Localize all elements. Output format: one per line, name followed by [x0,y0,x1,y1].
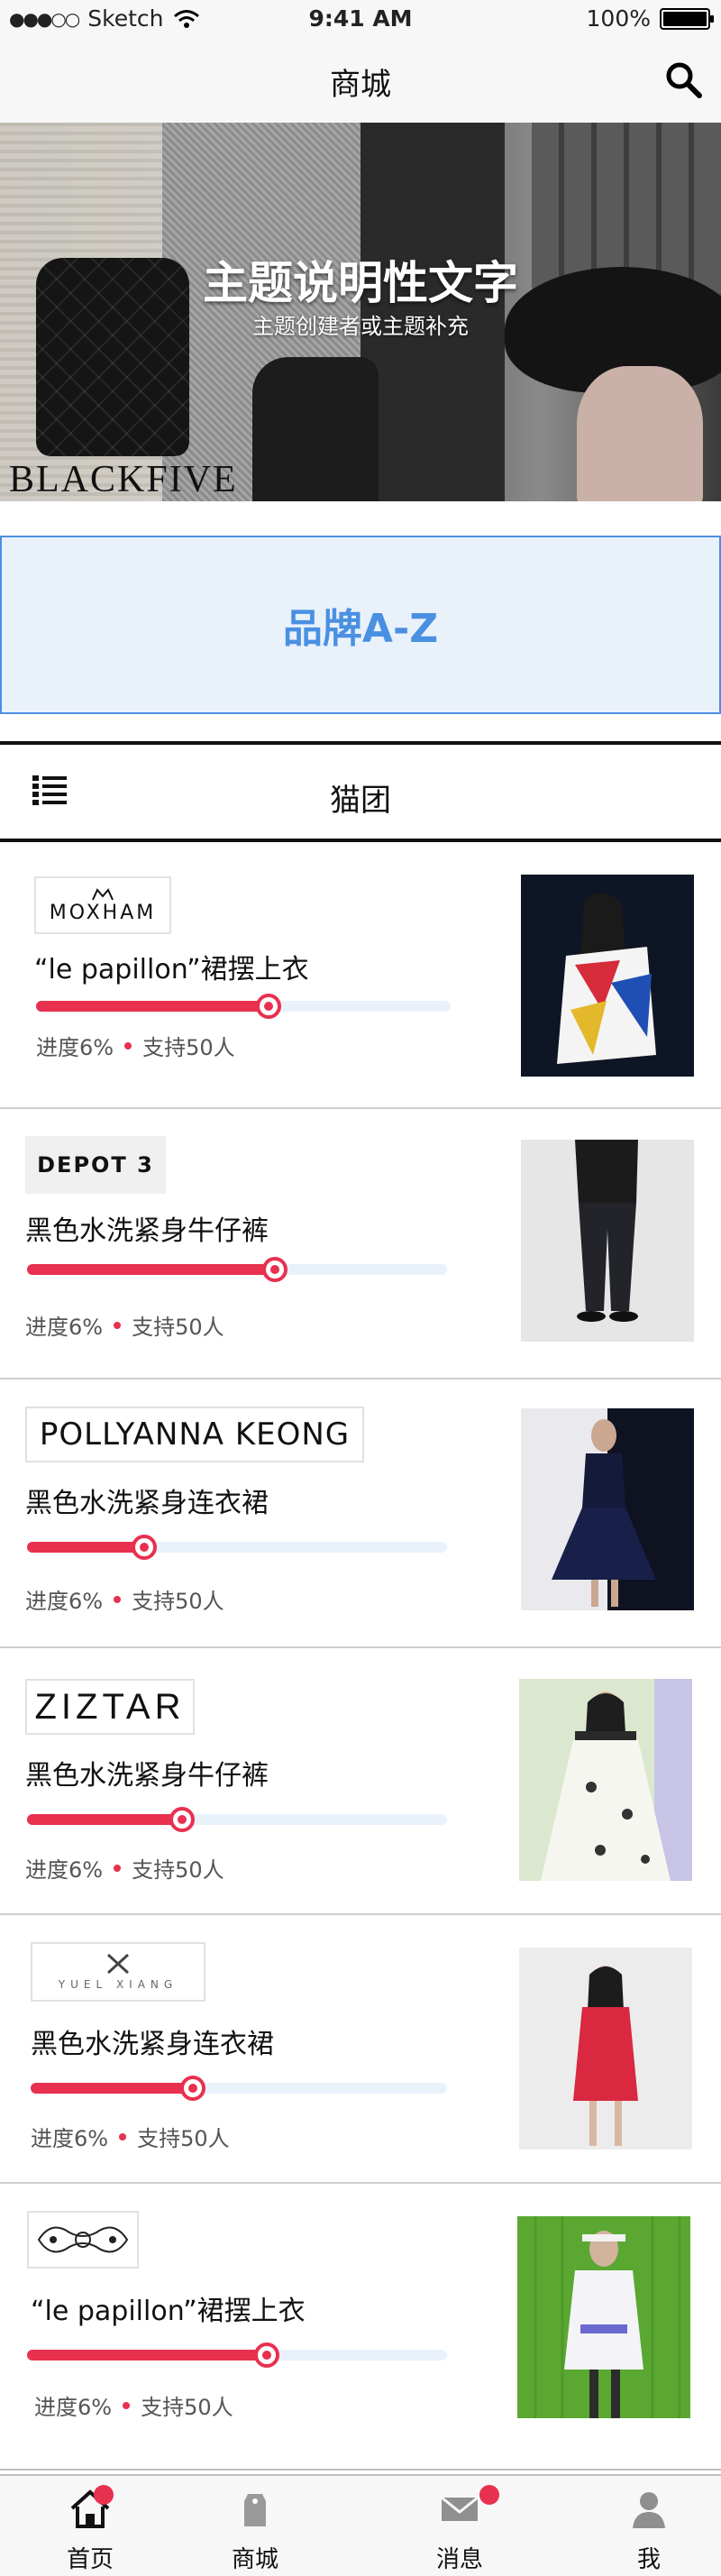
separator-dot [114,1864,122,1872]
product-meta: 进度6% 支持50人 [25,1583,224,1615]
battery-percent: 100% [586,5,651,32]
banner-subtitle: 主题创建者或主题补充 [252,314,469,339]
brand-logo: DEPOT 3 [25,1136,166,1194]
notification-badge [94,2485,114,2505]
support-count: 支持50人 [137,2126,230,2151]
brand-logo: YUEL XIANG [31,1942,205,2002]
support-count: 支持50人 [141,2395,233,2420]
brand-az-button[interactable]: 品牌A-Z [0,536,721,714]
product-image[interactable] [517,2216,690,2418]
page-title: 商城 [330,66,391,103]
group-header: 猫团 [0,741,721,842]
product-image[interactable] [521,1408,694,1610]
product-meta: 进度6% 支持50人 [36,1030,235,1061]
product-card[interactable]: ZIZTAR 黑色水洗紧身牛仔裤 进度6% 支持50人 [0,1648,721,1915]
separator-dot [114,1595,122,1603]
separator-dot [124,1041,132,1050]
separator-dot [119,2132,127,2141]
support-count: 支持50人 [142,1035,235,1060]
tab-bar: 首页 商城 消息 我 [0,2474,721,2576]
brand-name: POLLYANNA KEONG [39,1416,351,1453]
product-name: 黑色水洗紧身连衣裙 [25,1488,269,1519]
progress-text: 进度6% [36,1035,114,1060]
theme-banner[interactable]: BLACKFIVE 主题说明性文字 主题创建者或主题补充 [0,123,721,501]
separator-dot [114,1321,122,1329]
battery-icon [660,7,714,30]
product-meta: 进度6% 支持50人 [25,1852,224,1884]
ornament-logo-icon [37,2226,129,2253]
progress-text: 进度6% [25,1315,104,1340]
banner-title: 主题说明性文字 [203,257,518,309]
mail-icon [441,2496,479,2521]
progress-knob [169,1807,196,1832]
progress-text: 进度6% [31,2126,109,2151]
tab-home[interactable]: 首页 [0,2476,180,2576]
search-icon[interactable] [663,60,705,101]
tab-label: 商城 [231,2546,278,2573]
brand-name: YUEL XIANG [58,1977,178,1991]
yuel-xiang-mark-icon [106,1953,129,1974]
progress-knob [255,994,281,1019]
product-meta: 进度6% 支持50人 [25,1309,224,1341]
product-image[interactable] [519,1679,692,1881]
progress-bar [27,1257,447,1282]
product-image[interactable] [521,1140,694,1342]
tab-label: 我 [636,2546,661,2573]
product-card[interactable]: POLLYANNA KEONG 黑色水洗紧身连衣裙 进度6% 支持50人 [0,1380,721,1648]
nav-bar: 商城 [0,40,721,123]
progress-text: 进度6% [34,2395,113,2420]
notification-badge [479,2485,499,2505]
product-card[interactable]: MOXHAM “le papillon”裙摆上衣 进度6% 支持50人 [0,842,721,1109]
group-title: 猫团 [330,783,391,819]
support-count: 支持50人 [132,1315,224,1340]
user-icon [633,2492,665,2528]
brand-logo: ZIZTAR [25,1679,195,1735]
progress-bar [31,2076,447,2101]
moxham-mark-icon [92,887,114,900]
support-count: 支持50人 [132,1589,224,1614]
progress-knob [180,2076,206,2101]
support-count: 支持50人 [132,1857,224,1883]
progress-bar [36,994,451,1019]
product-name: 黑色水洗紧身连衣裙 [31,2029,274,2060]
product-card[interactable]: DEPOT 3 黑色水洗紧身牛仔裤 进度6% 支持50人 [0,1109,721,1380]
page: ●●●○○ Sketch 9:41 AM 100% 商城 BLACKFIVE 主… [0,0,721,2576]
product-image[interactable] [519,1948,692,2150]
tab-label: 消息 [435,2546,483,2573]
progress-knob [132,1535,158,1560]
product-card[interactable]: YUEL XIANG 黑色水洗紧身连衣裙 进度6% 支持50人 [0,1915,721,2184]
progress-knob [261,1257,287,1282]
product-name: 黑色水洗紧身牛仔裤 [25,1760,269,1792]
progress-text: 进度6% [25,1589,104,1614]
product-image[interactable] [521,875,694,1077]
tab-mall[interactable]: 商城 [165,2476,345,2576]
progress-bar [27,2342,447,2368]
banner-brand-text: BLACKFIVE [9,459,238,500]
separator-dot [123,2401,131,2409]
brand-logo: POLLYANNA KEONG [25,1407,364,1462]
status-bar: ●●●○○ Sketch 9:41 AM 100% [0,0,721,40]
tab-me[interactable]: 我 [559,2476,721,2576]
brand-logo [27,2211,139,2269]
brand-name: ZIZTAR [34,1686,186,1727]
brand-name: DEPOT 3 [37,1152,154,1178]
progress-bar [27,1807,447,1832]
product-name: “le papillon”裙摆上衣 [31,2296,306,2327]
product-name: “le papillon”裙摆上衣 [34,954,309,985]
progress-text: 进度6% [25,1857,104,1883]
tab-label: 首页 [66,2546,114,2573]
product-meta: 进度6% 支持50人 [34,2389,233,2421]
brand-logo: MOXHAM [34,876,171,934]
product-name: 黑色水洗紧身牛仔裤 [25,1215,269,1247]
product-meta: 进度6% 支持50人 [31,2121,230,2152]
tab-messages[interactable]: 消息 [370,2476,550,2576]
product-card[interactable]: “le papillon”裙摆上衣 进度6% 支持50人 [0,2184,721,2471]
brand-name: MOXHAM [49,901,157,924]
progress-knob [253,2342,279,2368]
tag-icon [244,2494,266,2526]
progress-bar [27,1535,447,1560]
brand-az-label: 品牌A-Z [282,606,439,652]
